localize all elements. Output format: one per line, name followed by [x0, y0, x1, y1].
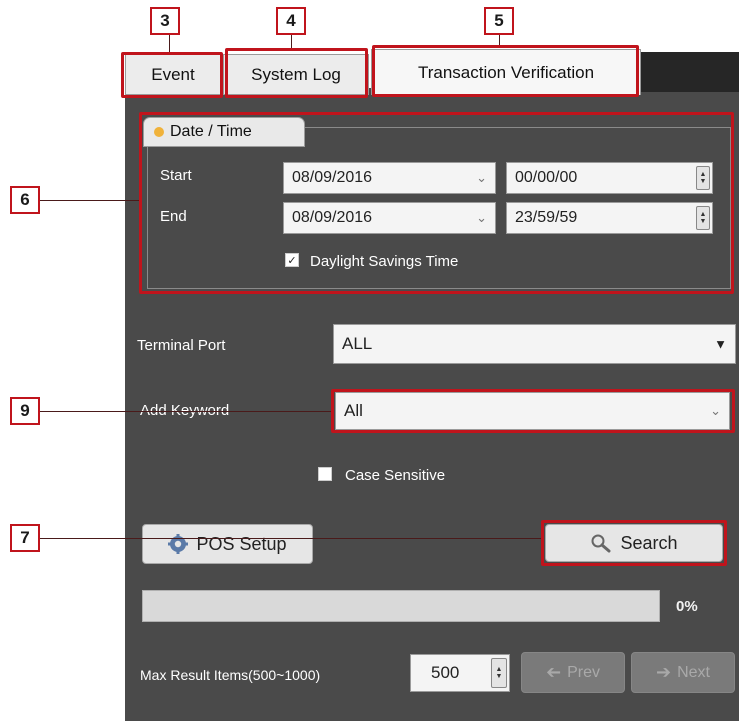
callout-5-leader	[499, 35, 500, 45]
highlight-search	[541, 520, 727, 566]
progress-percent: 0%	[676, 598, 698, 615]
arrow-left-icon: ➔	[546, 662, 562, 682]
highlight-event-tab	[121, 52, 223, 98]
max-results-label: Max Result Items(500~1000)	[140, 667, 321, 683]
prev-label: Prev	[567, 663, 600, 681]
search-progress-bar	[142, 590, 660, 622]
highlight-date-time	[139, 112, 734, 294]
callout-9-leader	[40, 411, 331, 412]
case-sensitive-label: Case Sensitive	[345, 467, 446, 484]
spin-arrows-icon[interactable]: ▲ ▼	[491, 658, 507, 688]
gear-icon	[168, 534, 189, 554]
callout-3: 3	[150, 7, 180, 35]
case-sensitive-checkbox[interactable]	[318, 467, 332, 481]
caret-down-icon: ▼	[714, 336, 727, 352]
terminal-port-label: Terminal Port	[137, 337, 226, 354]
pos-setup-label: POS Setup	[196, 533, 287, 554]
max-results-spinner[interactable]: 500 ▲ ▼	[410, 654, 510, 692]
prev-button[interactable]: ➔ Prev	[521, 652, 625, 693]
callout-5: 5	[484, 7, 514, 35]
highlight-system-log-tab	[225, 48, 368, 98]
next-button[interactable]: ➔ Next	[631, 652, 735, 693]
pos-setup-button[interactable]: POS Setup	[142, 524, 313, 564]
callout-3-leader	[169, 35, 170, 52]
callout-7-leader	[40, 538, 541, 539]
callout-7: 7	[10, 524, 40, 552]
highlight-keyword	[331, 389, 735, 433]
callout-6: 6	[10, 186, 40, 214]
highlight-transaction-tab	[372, 45, 639, 97]
tab-strip-background	[640, 52, 739, 92]
terminal-port-select[interactable]: ALL ▼	[333, 324, 736, 364]
callout-4: 4	[276, 7, 306, 35]
max-results-value: 500	[431, 663, 460, 682]
callout-6-leader	[40, 200, 139, 201]
callout-9: 9	[10, 397, 40, 425]
arrow-right-icon: ➔	[656, 662, 672, 682]
next-label: Next	[677, 663, 710, 681]
callout-4-leader	[291, 35, 292, 48]
terminal-port-value: ALL	[342, 334, 373, 353]
